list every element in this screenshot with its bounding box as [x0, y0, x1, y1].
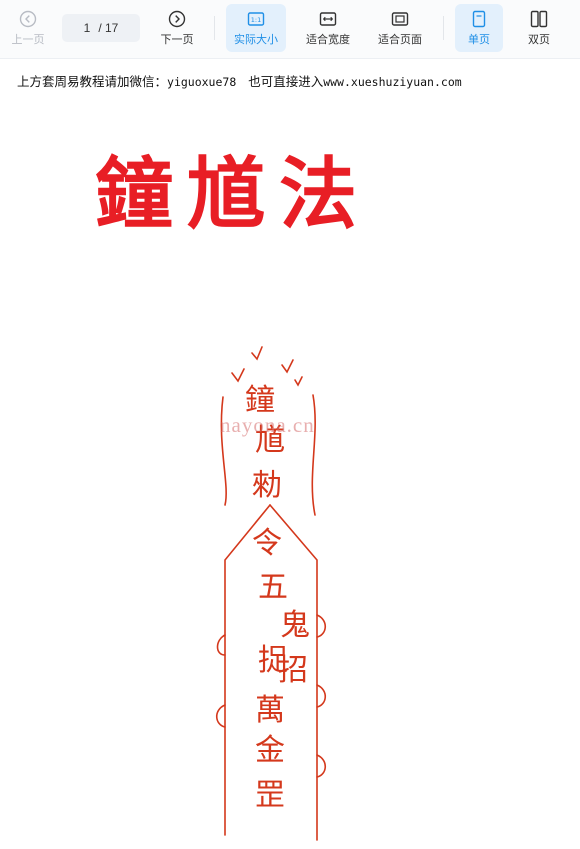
notice-prefix: 上方套周易教程请加微信： — [17, 74, 168, 89]
fit-width-label: 适合宽度 — [306, 32, 350, 46]
double-page-icon — [530, 10, 548, 27]
page-number-box[interactable]: 1 / 17 — [62, 14, 140, 42]
fit-width-icon — [319, 11, 337, 26]
talisman-left-curl — [216, 634, 226, 656]
fit-width-button[interactable]: 适合宽度 — [298, 4, 358, 52]
document-title: 鐘馗法 — [95, 149, 372, 240]
talisman-tick-mark — [294, 376, 303, 387]
document-notice-line: 上方套周易教程请加微信：yiguoxue78 也可直接进入www.xueshuz… — [17, 71, 462, 90]
single-page-label: 单页 — [468, 32, 490, 46]
double-page-label: 双页 — [528, 32, 550, 46]
talisman-glyph: 罡 — [255, 778, 285, 813]
single-page-button[interactable]: 单页 — [455, 4, 503, 52]
next-page-label: 下一页 — [160, 32, 194, 46]
chevron-left-circle-icon — [19, 10, 37, 27]
talisman-tick-mark — [231, 368, 245, 383]
pdf-viewer-toolbar: 上一页 1 / 17 下一页 1:1 实际大小 适合宽度 适合页面 单页 双页 — [0, 0, 580, 59]
prev-page-label: 上一页 — [11, 32, 45, 46]
talisman-right-curl — [316, 684, 327, 708]
next-page-button[interactable]: 下一页 — [152, 4, 202, 52]
toolbar-divider — [443, 16, 444, 40]
notice-url: www.xueshuziyuan.com — [323, 75, 462, 89]
talisman-tick-mark — [281, 359, 294, 374]
watermark-text: nayona.cn — [220, 413, 315, 437]
single-page-icon — [472, 10, 486, 27]
fit-page-label: 适合页面 — [378, 32, 422, 46]
notice-wechat-id: yiguoxue78 — [167, 75, 237, 89]
actual-size-label: 实际大小 — [234, 32, 278, 46]
talisman-glyph: 勑 — [252, 468, 282, 503]
talisman-left-curl — [215, 704, 226, 728]
actual-size-button[interactable]: 1:1 实际大小 — [226, 4, 286, 52]
chevron-right-circle-icon — [168, 10, 186, 27]
talisman-right-curl — [316, 614, 327, 638]
talisman-glyph: 鬼 — [280, 608, 310, 643]
current-page-input[interactable]: 1 — [84, 21, 91, 35]
fit-page-icon — [391, 11, 409, 26]
double-page-button[interactable]: 双页 — [515, 4, 563, 52]
talisman-glyph: 金 — [255, 733, 285, 768]
talisman-glyph: 令 — [252, 526, 282, 561]
svg-text:1:1: 1:1 — [251, 16, 261, 24]
prev-page-button[interactable]: 上一页 — [2, 4, 54, 52]
actual-size-icon: 1:1 — [247, 11, 265, 26]
total-pages: / 17 — [98, 21, 119, 35]
talisman-glyph: 五 — [258, 570, 288, 605]
talisman-glyph: 萬 — [255, 693, 285, 728]
fit-page-button[interactable]: 适合页面 — [370, 4, 430, 52]
notice-middle: 也可直接进入 — [248, 74, 324, 89]
talisman-tick-mark — [251, 346, 263, 361]
talisman-glyph: 招 — [278, 653, 308, 688]
talisman-right-curl — [316, 754, 327, 778]
toolbar-divider — [214, 16, 215, 40]
